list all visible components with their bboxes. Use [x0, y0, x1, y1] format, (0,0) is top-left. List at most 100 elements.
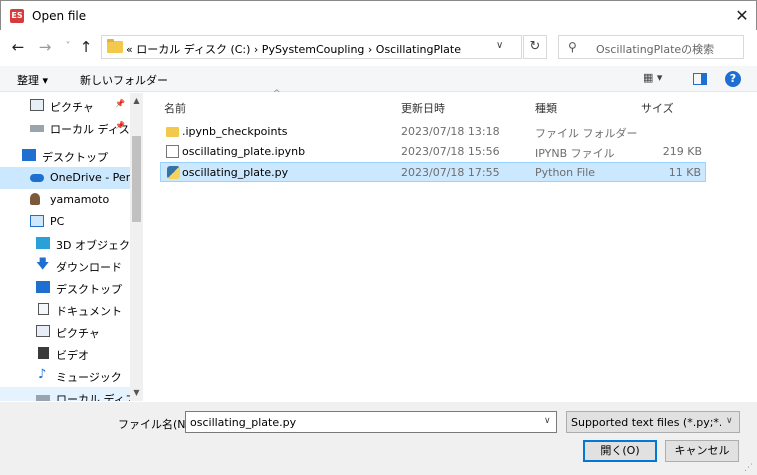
file-row-selected[interactable]: oscillating_plate.py 2023/07/18 17:55 Py…	[160, 162, 706, 182]
sidebar-item-label: デスクトップ	[42, 151, 108, 164]
file-name: .ipynb_checkpoints	[182, 125, 288, 138]
up-button[interactable]: ↑	[76, 37, 96, 57]
folder-icon	[166, 127, 179, 137]
file-type-value: Supported text files (*.py;*.R;*.jl	[571, 416, 721, 429]
recent-locations-button[interactable]: ˅	[58, 37, 78, 57]
open-button[interactable]: 開く(O)	[583, 440, 657, 462]
music-icon: ♪	[38, 367, 47, 382]
sidebar-item-videos[interactable]: ビデオ	[0, 343, 130, 365]
sidebar-item-pictures[interactable]: ピクチャ	[0, 321, 130, 343]
refresh-button[interactable]: ↻	[523, 35, 547, 59]
organize-button[interactable]: 整理 ▾	[17, 72, 48, 88]
sidebar-item-label: ピクチャ	[56, 327, 100, 340]
column-header-type[interactable]: 種類	[535, 100, 557, 116]
download-icon: 🡇	[36, 257, 50, 272]
search-icon: ⚲	[568, 40, 577, 54]
sidebar-item-3d-objects[interactable]: 3D オブジェクト	[0, 233, 141, 255]
sidebar-item-onedrive[interactable]: OneDrive - Perso	[0, 167, 143, 189]
address-bar[interactable]: « ローカル ディスク (C:) › PySystemCoupling › Os…	[101, 35, 522, 59]
app-icon: ES	[10, 9, 24, 23]
scroll-up-icon[interactable]: ▲	[130, 96, 143, 108]
sidebar-item-pc[interactable]: PC	[0, 211, 130, 233]
column-header-modified[interactable]: 更新日時	[401, 100, 445, 116]
desktop-icon	[36, 281, 50, 293]
view-options-button[interactable]: ▦ ▾	[643, 71, 662, 84]
sidebar-item-downloads[interactable]: 🡇 ダウンロード	[0, 255, 130, 277]
forward-button[interactable]: →	[35, 37, 55, 57]
scrollbar-thumb[interactable]	[132, 136, 141, 222]
column-header-row: 名前 更新日時 種類 サイズ	[160, 95, 706, 117]
sidebar-item-label: ダウンロード	[56, 261, 122, 274]
file-name: oscillating_plate.ipynb	[182, 145, 306, 158]
window-title: Open file	[32, 9, 87, 23]
file-row[interactable]: oscillating_plate.ipynb 2023/07/18 15:56…	[160, 142, 706, 162]
preview-pane-icon[interactable]	[693, 73, 707, 85]
help-icon[interactable]: ?	[725, 71, 741, 87]
folder-icon	[107, 39, 123, 53]
pictures-icon	[36, 325, 50, 337]
sidebar-item-label: ドキュメント	[56, 305, 122, 318]
document-icon	[166, 145, 179, 158]
onedrive-icon	[30, 174, 44, 182]
sidebar-item-label: OneDrive - Perso	[50, 171, 143, 184]
file-type: ファイル フォルダー	[535, 127, 638, 140]
sidebar-item-user[interactable]: yamamoto	[0, 189, 130, 211]
pin-icon: 📌	[115, 121, 125, 130]
resize-grip-icon[interactable]: ⋰	[744, 463, 753, 473]
sidebar-item-label: ピクチャ	[50, 101, 94, 114]
sidebar-item-local-disk-quick[interactable]: ローカル ディスク 📌	[0, 117, 141, 139]
sidebar-item-label: 3D オブジェクト	[56, 239, 141, 252]
sidebar-item-desktop-pc[interactable]: デスクトップ	[0, 277, 130, 299]
file-size: 11 KB	[668, 166, 701, 179]
sidebar-item-label: yamamoto	[50, 193, 110, 206]
sidebar-item-label: デスクトップ	[56, 283, 122, 296]
column-header-name[interactable]: 名前	[164, 100, 186, 116]
sidebar-item-pictures-quick[interactable]: ピクチャ 📌	[0, 95, 130, 117]
file-modified: 2023/07/18 15:56	[401, 145, 500, 158]
sidebar-item-label: ビデオ	[56, 349, 89, 362]
pictures-icon	[30, 99, 44, 111]
file-row[interactable]: .ipynb_checkpoints 2023/07/18 13:18 ファイル…	[160, 122, 706, 142]
file-type-dropdown-icon[interactable]: ∨	[726, 416, 733, 426]
sidebar-item-music[interactable]: ♪ ミュージック	[0, 365, 130, 387]
column-header-size[interactable]: サイズ	[641, 100, 674, 116]
desktop-icon	[22, 149, 36, 161]
search-box[interactable]: ⚲ OscillatingPlateの検索	[558, 35, 744, 59]
file-type-select[interactable]: Supported text files (*.py;*.R;*.jl ∨	[566, 411, 740, 433]
sidebar-item-label: ローカル ディスク	[50, 123, 141, 136]
scroll-down-icon[interactable]: ▼	[130, 388, 143, 400]
search-input[interactable]: OscillatingPlateの検索	[596, 41, 714, 57]
sidebar-item-label: ミュージック	[56, 371, 122, 384]
back-button[interactable]: ←	[8, 37, 28, 57]
video-icon	[38, 347, 49, 359]
sidebar-item-label: PC	[50, 215, 65, 228]
file-type: Python File	[535, 166, 596, 179]
filename-value[interactable]: oscillating_plate.py	[190, 416, 296, 429]
new-folder-button[interactable]: 新しいフォルダー	[80, 72, 168, 88]
file-name: oscillating_plate.py	[182, 166, 289, 179]
pin-icon: 📌	[115, 99, 125, 108]
drive-icon	[36, 395, 50, 401]
file-type: IPYNB ファイル	[535, 147, 615, 160]
file-modified: 2023/07/18 17:55	[401, 166, 500, 179]
filename-dropdown-icon[interactable]: ∨	[544, 416, 551, 426]
cancel-button[interactable]: キャンセル	[665, 440, 739, 462]
close-button[interactable]: ✕	[728, 3, 756, 29]
drive-icon	[30, 125, 44, 132]
documents-icon	[38, 303, 49, 315]
title-bar: ES Open file ✕	[0, 0, 757, 30]
file-modified: 2023/07/18 13:18	[401, 125, 500, 138]
sidebar-item-local-disk[interactable]: ローカル ディスク(	[0, 387, 143, 401]
file-size: 219 KB	[662, 145, 702, 158]
user-icon	[30, 193, 40, 205]
python-file-icon	[167, 166, 180, 179]
address-path[interactable]: « ローカル ディスク (C:) › PySystemCoupling › Os…	[126, 41, 461, 57]
filename-label: ファイル名(N):	[118, 418, 194, 431]
sidebar-item-desktop[interactable]: デスクトップ	[0, 145, 130, 167]
sidebar-item-documents[interactable]: ドキュメント	[0, 299, 130, 321]
3d-objects-icon	[36, 237, 50, 249]
navigation-pane: ピクチャ 📌 ローカル ディスク 📌 デスクトップ OneDrive - Per…	[0, 93, 143, 401]
address-dropdown-icon[interactable]: ∨	[496, 40, 503, 51]
filename-input[interactable]: oscillating_plate.py ∨	[185, 411, 557, 433]
pc-icon	[30, 215, 44, 227]
